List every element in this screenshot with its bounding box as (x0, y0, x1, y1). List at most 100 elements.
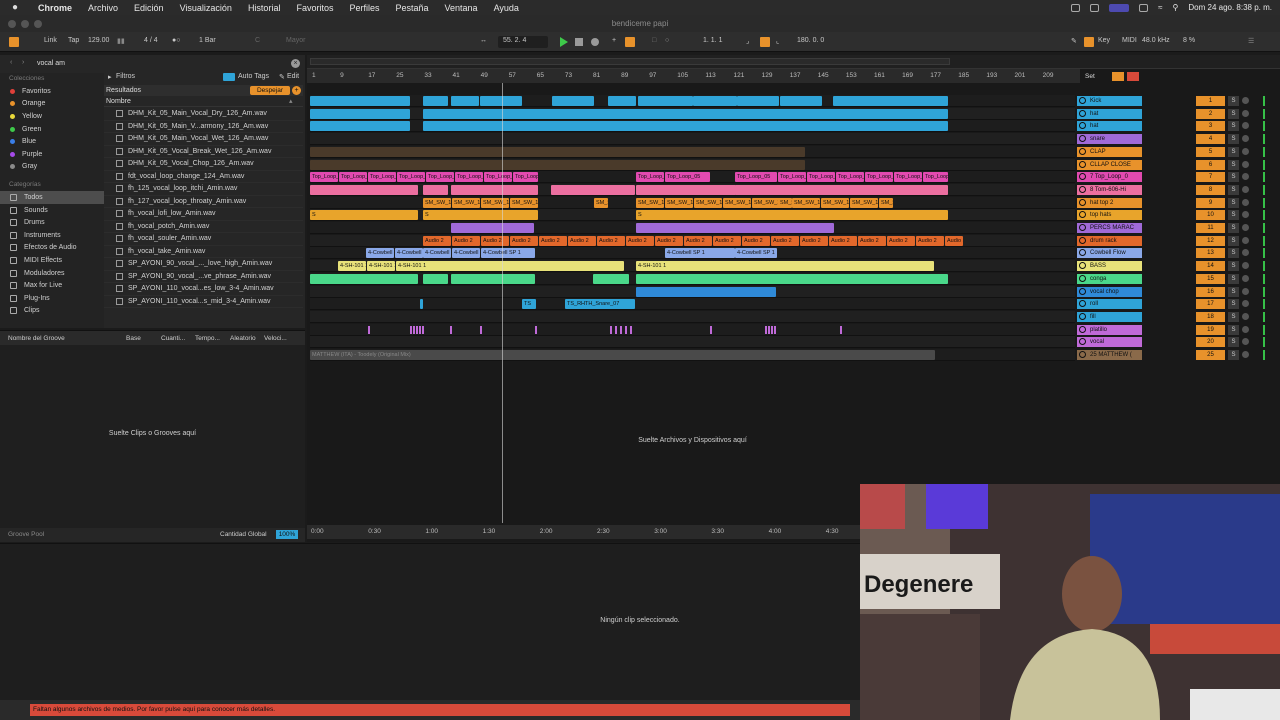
clip[interactable]: Top_Loop_05 (310, 172, 338, 183)
track-name[interactable]: CLAP (1077, 146, 1142, 157)
clip[interactable]: Audio 2 (626, 235, 654, 246)
punch-out-icon[interactable]: ⌞ (776, 37, 779, 45)
clip[interactable] (310, 159, 805, 170)
track-number[interactable]: 3 (1196, 121, 1225, 132)
automation-arm-icon[interactable] (625, 37, 635, 47)
track-number[interactable]: 16 (1196, 286, 1225, 297)
clip[interactable]: 4-Cowbell SP 1 (366, 248, 394, 259)
track-number[interactable]: 8 (1196, 184, 1225, 195)
track-lane[interactable] (310, 158, 1075, 171)
category-modulators[interactable]: Moduladores (0, 267, 104, 280)
menu-historial[interactable]: Historial (248, 3, 281, 13)
menu-datetime[interactable]: Dom 24 ago. 8:38 p. m. (1188, 3, 1272, 12)
overview-region[interactable] (310, 58, 950, 65)
arm-icon[interactable] (1242, 185, 1249, 193)
track-name[interactable]: vocal (1077, 337, 1142, 348)
apple-icon[interactable]: ● (12, 2, 22, 13)
clip[interactable]: SM_SW_130 (821, 197, 849, 208)
list-item[interactable]: DHM_Kit_05_Main_Vocal_Wet_126_Am.wav (104, 133, 303, 146)
track-activator-icon[interactable] (1079, 97, 1086, 104)
play-icon[interactable] (560, 37, 568, 47)
groove-header-timing[interactable]: Tempo... (195, 335, 220, 342)
clip[interactable] (638, 96, 693, 106)
track-lane[interactable]: TS TS_RHTH_Snare_07 (310, 298, 1075, 311)
clip[interactable] (423, 184, 448, 195)
clip[interactable]: 4-Cowbell SP 1 (665, 248, 735, 259)
track-lane[interactable] (310, 310, 1075, 323)
collection-purple[interactable]: Purple (0, 148, 104, 161)
track-name[interactable]: fill (1077, 311, 1142, 322)
track-header[interactable]: vocal chop 16 S (1077, 286, 1280, 298)
list-item[interactable]: fh_vocal_potch_Amin.wav (104, 221, 303, 233)
track-name[interactable]: Cowbell Flow (1077, 248, 1142, 259)
clip[interactable]: SM_SW_130 (510, 197, 538, 208)
clip[interactable]: SM_SW_130 (723, 197, 751, 208)
close-window-icon[interactable] (8, 20, 16, 28)
clip[interactable]: Audio 2 (568, 235, 596, 246)
name-column-header[interactable]: Nombre ▴ (104, 97, 303, 107)
clip[interactable]: SM_SW_130 (792, 197, 820, 208)
menu-ventana[interactable]: Ventana (445, 3, 478, 13)
arm-icon[interactable] (1242, 325, 1249, 333)
add-filter-icon[interactable]: + (292, 86, 301, 95)
track-lane[interactable] (310, 107, 1075, 120)
mixer-toggle-icon[interactable]: ☰ (1248, 37, 1254, 45)
clear-search-icon[interactable]: × (291, 59, 300, 68)
clip[interactable]: SM_SW_130 (594, 197, 608, 208)
track-header[interactable]: Kick 1 S (1077, 95, 1280, 107)
time-signature-field[interactable]: 4 / 4 (144, 37, 158, 44)
groove-header-random[interactable]: Aleatorio (230, 335, 256, 342)
clip[interactable]: Top_Loop_05 (735, 172, 777, 183)
clip[interactable] (310, 184, 418, 195)
clip[interactable]: Audio 2 (481, 235, 509, 246)
track-name[interactable]: platillo (1077, 324, 1142, 335)
list-item[interactable]: fdt_vocal_loop_change_124_Am.wav (104, 171, 303, 183)
wifi-icon[interactable]: ≈ (1158, 3, 1162, 12)
arm-icon[interactable] (1242, 236, 1249, 244)
clip[interactable] (608, 96, 636, 106)
status-icon[interactable] (1071, 3, 1081, 12)
loop-switch-icon[interactable] (760, 37, 770, 47)
arm-icon[interactable] (1242, 198, 1249, 206)
arm-icon[interactable] (1242, 274, 1249, 282)
category-plugins[interactable]: Plug-Ins (0, 292, 104, 305)
clip[interactable] (451, 273, 535, 284)
clip[interactable] (310, 273, 418, 284)
tap-button[interactable]: Tap (68, 37, 79, 44)
clip[interactable] (423, 96, 448, 106)
clip[interactable]: 4-Cowbell SP 1 (481, 248, 535, 259)
clip[interactable]: Top_Loop_05 (513, 172, 538, 183)
category-max-for-live[interactable]: Max for Live (0, 279, 104, 292)
clip[interactable]: Top_Loop_05 (426, 172, 454, 183)
track-header[interactable]: fill 18 S (1077, 311, 1280, 323)
track-lane[interactable] (310, 133, 1075, 146)
track-number[interactable]: 15 (1196, 273, 1225, 284)
clip[interactable]: Top_Loop_05 (894, 172, 922, 183)
solo-button[interactable]: S (1228, 197, 1239, 208)
key-select[interactable]: C (255, 37, 260, 44)
list-item[interactable]: DHM_Kit_05_Vocal_Chop_126_Am.wav (104, 158, 303, 171)
filters-button[interactable]: Filtros (116, 73, 135, 80)
track-header[interactable]: conga 15 S (1077, 273, 1280, 285)
clip[interactable] (593, 273, 629, 284)
auto-tags-button[interactable]: Auto Tags (238, 73, 269, 80)
track-header[interactable]: top hats 10 S (1077, 209, 1280, 221)
quantize-select[interactable]: 1 Bar (199, 37, 216, 44)
track-activator-icon[interactable] (1079, 236, 1086, 244)
track-header[interactable]: hat top 2 9S (1077, 197, 1280, 209)
list-item[interactable]: SP_AYONI_90_vocal_...ve_phrase_Amin.wav (104, 271, 303, 283)
track-number[interactable]: 25 (1196, 350, 1225, 360)
clip[interactable]: 4-Cowbell SP 1 (735, 248, 777, 259)
clip[interactable]: 4-SH-101 1 (338, 261, 366, 272)
clip[interactable]: Top_Loop_05 (923, 172, 948, 183)
solo-button[interactable]: S (1228, 261, 1239, 272)
solo-button[interactable]: S (1228, 273, 1239, 284)
solo-button[interactable]: S (1228, 172, 1239, 183)
track-name[interactable]: CLLAP CLOSE (1077, 159, 1142, 170)
list-item[interactable]: SP_AYONI_110_vocal...es_low_3-4_Amin.wav (104, 283, 303, 296)
clip[interactable]: Top_Loop_05 (665, 172, 710, 183)
track-header[interactable]: hat 2 S (1077, 108, 1280, 120)
clip[interactable] (780, 96, 822, 106)
clip[interactable]: MATTHEW (ITA) - Toodely (Original Mix) (310, 350, 935, 360)
track-lane[interactable] (310, 222, 1075, 234)
